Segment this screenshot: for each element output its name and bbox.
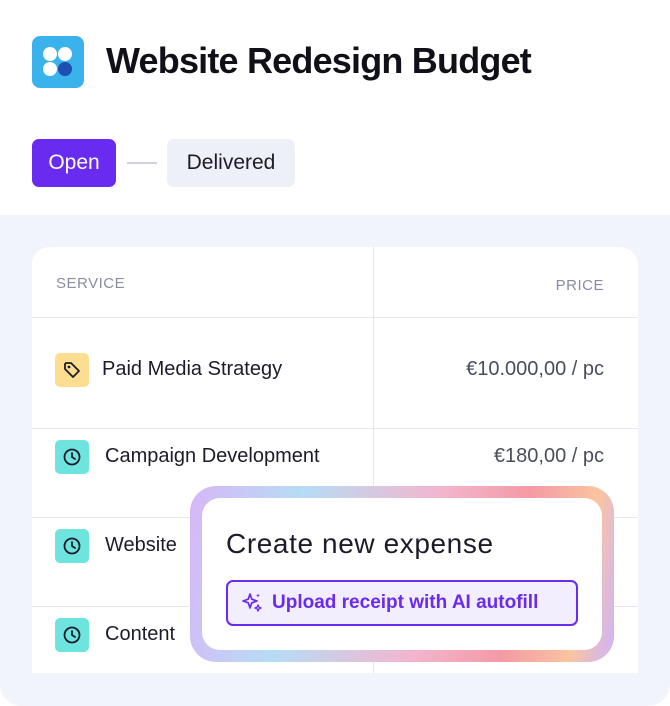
row-service-name: Campaign Development: [105, 445, 320, 467]
clock-icon: [55, 618, 89, 652]
app-logo-icon: [32, 36, 84, 88]
row-service-name: Paid Media Strategy: [102, 358, 283, 380]
row-price: €10.000,00 / pc: [466, 358, 604, 380]
tag-icon: [55, 353, 89, 387]
popup-title: Create new expense: [226, 528, 494, 559]
budget-card: Website Redesign Budget Open Delivered S…: [0, 0, 670, 706]
status-delivered-badge[interactable]: Delivered: [167, 139, 295, 187]
card-header: Website Redesign Budget Open Delivered: [0, 0, 670, 215]
row-service-name: Content: [105, 623, 176, 645]
upload-receipt-label: Upload receipt with AI autofill: [272, 592, 539, 613]
column-header-price: PRICE: [555, 277, 604, 294]
page-title: Website Redesign Budget: [106, 40, 532, 81]
status-connector: [127, 162, 157, 164]
clock-icon: [55, 529, 89, 563]
column-header-service: SERVICE: [56, 275, 126, 292]
create-expense-popup: Create new expense Upload receipt with A…: [202, 498, 602, 650]
status-open-badge[interactable]: Open: [32, 139, 116, 187]
header-divider: [32, 317, 638, 318]
row-service-name: Website: [105, 534, 177, 556]
row-price: €180,00 / pc: [493, 445, 604, 467]
upload-receipt-button[interactable]: Upload receipt with AI autofill: [226, 580, 578, 626]
clock-icon: [55, 440, 89, 474]
sparkle-icon: [242, 593, 262, 612]
row-divider: [32, 428, 638, 429]
